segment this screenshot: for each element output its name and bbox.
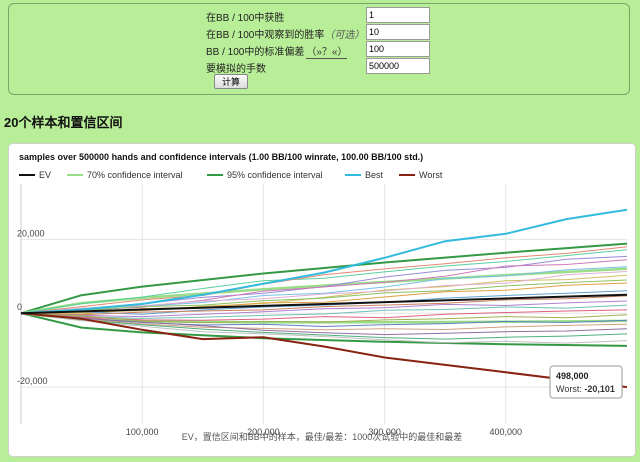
tooltip-x-value: 498,000	[556, 371, 589, 381]
chart-title: samples over 500000 hands and confidence…	[19, 152, 423, 162]
x-axis-label: EV，置信区间和BB中的样本，最佳/最差：1000次试验中的最佳和最差	[182, 431, 463, 442]
legend-label-4: Worst	[419, 170, 443, 180]
optional-hint: （可选）	[324, 30, 365, 41]
legend-label-3: Best	[365, 170, 384, 180]
chart-tooltip: 498,000 Worst: -20,101	[549, 365, 623, 399]
tooltip-series-name: Worst:	[556, 384, 584, 394]
y-tick-label-2: -20,000	[17, 376, 48, 386]
std-dev-input[interactable]	[366, 41, 430, 57]
x-tick-label-3: 400,000	[490, 427, 523, 437]
winrate-input[interactable]	[366, 7, 430, 23]
line-chart: samples over 500000 hands and confidence…	[9, 144, 635, 456]
y-tick-label-1: 0	[17, 302, 22, 312]
observed-winrate-label: 在BB / 100中观察到的胜率	[206, 30, 325, 41]
section-title: 20个样本和置信区间	[4, 115, 123, 130]
observed-winrate-input[interactable]	[366, 24, 430, 40]
x-tick-label-0: 100,000	[126, 427, 159, 437]
std-dev-label: BB / 100中的标准偏差	[206, 47, 305, 58]
hands-input[interactable]	[366, 58, 430, 74]
std-dev-help-link[interactable]: （»？«）	[306, 47, 348, 59]
chart-container: samples over 500000 hands and confidence…	[8, 143, 636, 457]
y-tick-label-0: 20,000	[17, 228, 45, 238]
calculate-button[interactable]: 计算	[214, 74, 248, 89]
chart-background	[9, 144, 635, 456]
legend-label-0: EV	[39, 170, 51, 180]
tooltip-series-value: Worst: -20,101	[556, 384, 615, 394]
legend-label-1: 70% confidence interval	[87, 170, 183, 180]
tooltip-value: -20,101	[584, 384, 615, 394]
winrate-label: 在BB / 100中获胜	[206, 13, 285, 24]
hands-label: 要模拟的手数	[206, 64, 266, 75]
legend-label-2: 95% confidence interval	[227, 170, 323, 180]
